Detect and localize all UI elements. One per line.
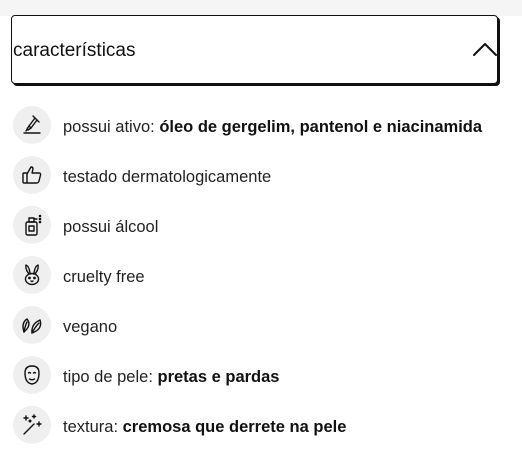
characteristics-list: possui ativo: óleo de gergelim, pantenol… bbox=[13, 104, 513, 454]
magic-wand-icon bbox=[23, 414, 42, 435]
list-item: textura: cremosa que derrete na pele bbox=[13, 404, 513, 454]
feature-text: textura: cremosa que derrete na pele bbox=[63, 417, 346, 437]
feature-label: cruelty free bbox=[63, 268, 145, 286]
feature-icon-badge bbox=[13, 106, 51, 144]
face-icon bbox=[24, 365, 40, 385]
page-top-band bbox=[0, 0, 522, 16]
feature-icon-badge bbox=[13, 256, 51, 294]
feature-label: possui ativo: bbox=[63, 118, 155, 136]
feature-text: cruelty free bbox=[63, 267, 145, 287]
feature-label: testado dermatologicamente bbox=[63, 168, 272, 186]
feature-value: pretas e pardas bbox=[157, 368, 280, 386]
accordion-title: características bbox=[13, 40, 136, 61]
list-item: cruelty free bbox=[13, 254, 513, 304]
list-item: possui álcool bbox=[13, 204, 513, 254]
thumbs-up-icon bbox=[22, 166, 42, 184]
leaves-icon bbox=[22, 318, 42, 334]
feature-label: vegano bbox=[63, 318, 118, 336]
feature-label: tipo de pele: bbox=[63, 368, 153, 386]
feature-text: vegano bbox=[63, 317, 117, 337]
list-item: possui ativo: óleo de gergelim, pantenol… bbox=[13, 104, 513, 154]
feature-icon-badge bbox=[13, 156, 51, 194]
feature-text: testado dermatologicamente bbox=[63, 167, 271, 187]
feature-text: possui ativo: óleo de gergelim, pantenol… bbox=[63, 117, 482, 137]
spray-bottle-icon bbox=[25, 214, 42, 236]
feature-label: possui álcool bbox=[63, 218, 159, 236]
list-item: tipo de pele: pretas e pardas bbox=[13, 354, 513, 404]
feature-icon-badge bbox=[13, 206, 51, 244]
characteristics-accordion-header[interactable]: características bbox=[11, 15, 498, 84]
feature-text: tipo de pele: pretas e pardas bbox=[63, 367, 279, 387]
feature-value: cremosa que derrete na pele bbox=[122, 418, 347, 436]
feature-icon-badge bbox=[13, 306, 51, 344]
list-item: testado dermatologicamente bbox=[13, 154, 513, 204]
feature-label: textura: bbox=[63, 418, 119, 436]
feature-icon-badge bbox=[13, 406, 51, 444]
dropper-icon bbox=[23, 115, 41, 134]
chevron-up-icon[interactable] bbox=[472, 40, 498, 58]
feature-icon-badge bbox=[13, 356, 51, 394]
list-item: vegano bbox=[13, 304, 513, 354]
rabbit-icon bbox=[24, 264, 40, 286]
feature-value: óleo de gergelim, pantenol e niacinamida bbox=[159, 118, 483, 136]
feature-text: possui álcool bbox=[63, 217, 158, 237]
